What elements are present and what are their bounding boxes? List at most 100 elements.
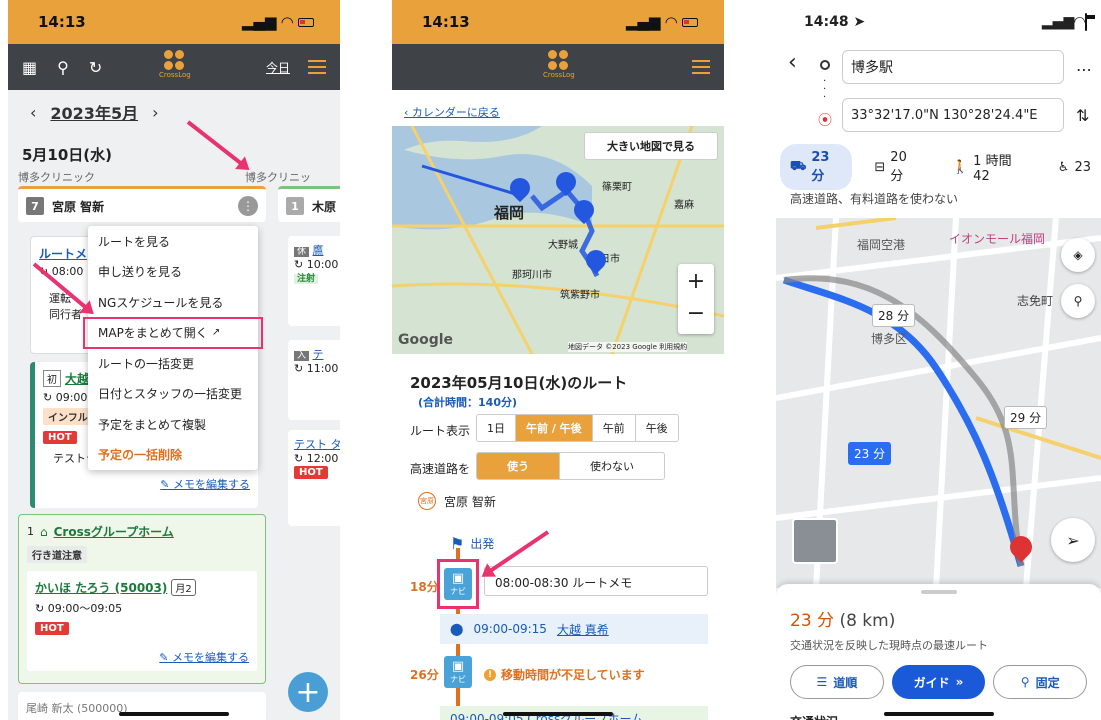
menu-icon[interactable] [308, 60, 326, 74]
kebab-menu-icon[interactable]: ⋮ [238, 196, 258, 216]
start-guide-button[interactable]: ガイド» [891, 665, 986, 699]
origin-field[interactable]: 博多駅 [842, 50, 1064, 84]
mode-walk[interactable]: 🚶 1 時間 42 [942, 144, 1036, 190]
search-icon[interactable]: ⚲ [57, 58, 69, 77]
mode-wheelchair[interactable]: ♿ 23 [1048, 154, 1101, 181]
map-label: 志免町 [1017, 294, 1054, 308]
highway-use[interactable]: 使う [477, 453, 560, 479]
menu-view-ng-schedule[interactable]: NGスケジュールを見る [88, 287, 258, 318]
back-icon[interactable]: ‹ [788, 50, 797, 75]
chevron-double-icon: » [955, 675, 964, 689]
option-pm[interactable]: 午後 [636, 415, 678, 441]
visit-card-3[interactable]: 入 テ ↻ 11:00 [288, 340, 340, 420]
visit-card-2[interactable]: 休 鷹 ↻ 10:00 注射 [288, 236, 340, 326]
stop-name-link[interactable]: 大越 真希 [557, 621, 609, 638]
street-view-thumbnail[interactable] [792, 518, 838, 564]
map-label: 筑紫野市 [560, 290, 600, 301]
map-label: 博多区 [871, 332, 908, 346]
alt-route-time[interactable]: 29 分 [1004, 406, 1048, 429]
search-icon: ⚲ [1073, 294, 1083, 308]
hot-tag: HOT [43, 431, 77, 444]
walk-icon: 🚶 [951, 159, 969, 175]
memo-input[interactable]: 08:00-08:30 ルートメモ [484, 566, 708, 596]
menu-open-map-label: MAPをまとめて開く [98, 326, 208, 341]
wifi-icon: ◠ [665, 13, 677, 31]
stop-row[interactable]: ⬤ 09:00-09:15 大越 真希 [440, 614, 708, 644]
menu-bulk-delete[interactable]: 予定の一括削除 [88, 440, 258, 471]
highway-toggle: 使う 使わない [476, 452, 665, 480]
destination-pin-icon: ⦿ [818, 113, 832, 129]
option-am-pm[interactable]: 午前 / 午後 [516, 415, 593, 441]
route-options-note: 高速道路、有料道路を使わない [790, 192, 959, 206]
menu-view-handover[interactable]: 申し送りを見る [88, 257, 258, 288]
staff-card-2: 1 木原 [278, 186, 340, 222]
pin-button[interactable]: ⚲ 固定 [993, 665, 1088, 699]
patient-link[interactable]: かいほ たろう (50003) [35, 579, 167, 596]
patient-link[interactable]: 大越 [65, 370, 89, 387]
month-label[interactable]: 2023年5月 [50, 100, 138, 124]
group-link[interactable]: Crossグループホーム [54, 523, 174, 540]
status-bar: 14:13 ▂▄▆ ◠ [392, 0, 724, 44]
home-indicator [119, 712, 229, 716]
alt-route-time[interactable]: 28 分 [872, 304, 916, 327]
map-search-button[interactable]: ⚲ [1061, 284, 1095, 318]
destination-field[interactable]: 33°32'17.0"N 130°28'24.4"E [842, 98, 1064, 132]
next-month-icon[interactable]: › [152, 103, 158, 122]
app-header: CrossLog [392, 44, 724, 90]
add-button[interactable]: + [288, 672, 328, 712]
wifi-icon: ◠ [281, 13, 293, 31]
warning-icon: ! [484, 668, 496, 681]
visit-card-4[interactable]: テスト タ ↻ 12:00 HOT [288, 430, 340, 526]
home-icon: ⌂ [40, 524, 48, 539]
map-label: 福岡 [494, 204, 525, 222]
patient-link[interactable]: テ [313, 348, 324, 361]
zoom-out-button[interactable]: − [678, 299, 714, 334]
recenter-button[interactable]: ➢ [1051, 518, 1095, 562]
option-am[interactable]: 午前 [593, 415, 636, 441]
injection-tag: 注射 [294, 274, 319, 284]
next-card-name: 尾崎 新太 (500000) [26, 702, 128, 715]
route-map[interactable]: 大きい地図で見る 篠栗町 福岡 大野城 那珂川市 筑紫野市 嘉麻 春日市 Goo… [392, 126, 724, 354]
wheelchair-icon: ♿ [1057, 159, 1070, 175]
menu-icon[interactable] [692, 60, 710, 74]
highway-avoid[interactable]: 使わない [560, 453, 664, 479]
navi-button[interactable]: ▣ ナビ [444, 656, 472, 688]
big-map-button[interactable]: 大きい地図で見る [584, 132, 718, 160]
staff-name: 宮原 智新 [52, 199, 105, 214]
origin-dot-icon [820, 60, 830, 70]
car-icon: ⛟ [790, 158, 807, 174]
staff-row: 宮原 宮原 智新 [418, 492, 496, 510]
patient-link[interactable]: テスト タ [294, 436, 340, 452]
calendar-icon[interactable]: ▦ [22, 58, 37, 77]
mode-car[interactable]: ⛟ 23 分 [780, 144, 853, 190]
bus-icon: ▣ [451, 659, 465, 674]
menu-bulk-date-staff-change[interactable]: 日付とスタッフの一括変更 [88, 379, 258, 410]
stop-time: 09:00-09:15 [473, 622, 547, 636]
column-headers: 博多クリニック 博多クリニッ [8, 165, 340, 185]
edit-memo-link[interactable]: メモを編集する [172, 651, 249, 664]
mode-transit[interactable]: ⊟ 20 分 [864, 144, 930, 190]
menu-open-map[interactable]: MAPをまとめて開く ↗ [83, 316, 263, 349]
route-map[interactable]: 福岡空港 イオンモール福岡 志免町 博多区 28 分 29 分 23 分 ◈ ⚲… [776, 218, 1101, 588]
menu-view-route[interactable]: ルートを見る [88, 226, 258, 257]
list-icon: ☰ [816, 675, 828, 689]
zoom-in-button[interactable]: + [678, 264, 714, 299]
patient-link[interactable]: 鷹 [313, 244, 324, 257]
more-icon[interactable]: ⋯ [1076, 60, 1092, 79]
navi-button[interactable]: ▣ ナビ [437, 559, 479, 609]
back-link[interactable]: ‹ カレンダーに戻る [404, 106, 500, 119]
refresh-icon[interactable]: ↻ [89, 58, 102, 77]
steps-button[interactable]: ☰ 道順 [790, 665, 884, 699]
swap-icon[interactable]: ⇅ [1076, 106, 1089, 125]
option-day[interactable]: 1日 [477, 415, 516, 441]
layers-button[interactable]: ◈ [1061, 238, 1095, 272]
group-card[interactable]: 1 ⌂ Crossグループホーム 行き道注意 かいほ たろう (50003) 月2 ↻… [18, 514, 266, 684]
pencil-icon: ✎ [160, 478, 173, 491]
duration: 23 分 [790, 611, 835, 631]
edit-memo-link[interactable]: メモを編集する [173, 478, 250, 491]
menu-bulk-duplicate[interactable]: 予定をまとめて複製 [88, 409, 258, 440]
today-button[interactable]: 今日 [266, 59, 290, 76]
menu-bulk-route-change[interactable]: ルートの一括変更 [88, 348, 258, 379]
selected-route-time[interactable]: 23 分 [848, 442, 892, 465]
prev-month-icon[interactable]: ‹ [30, 103, 36, 122]
